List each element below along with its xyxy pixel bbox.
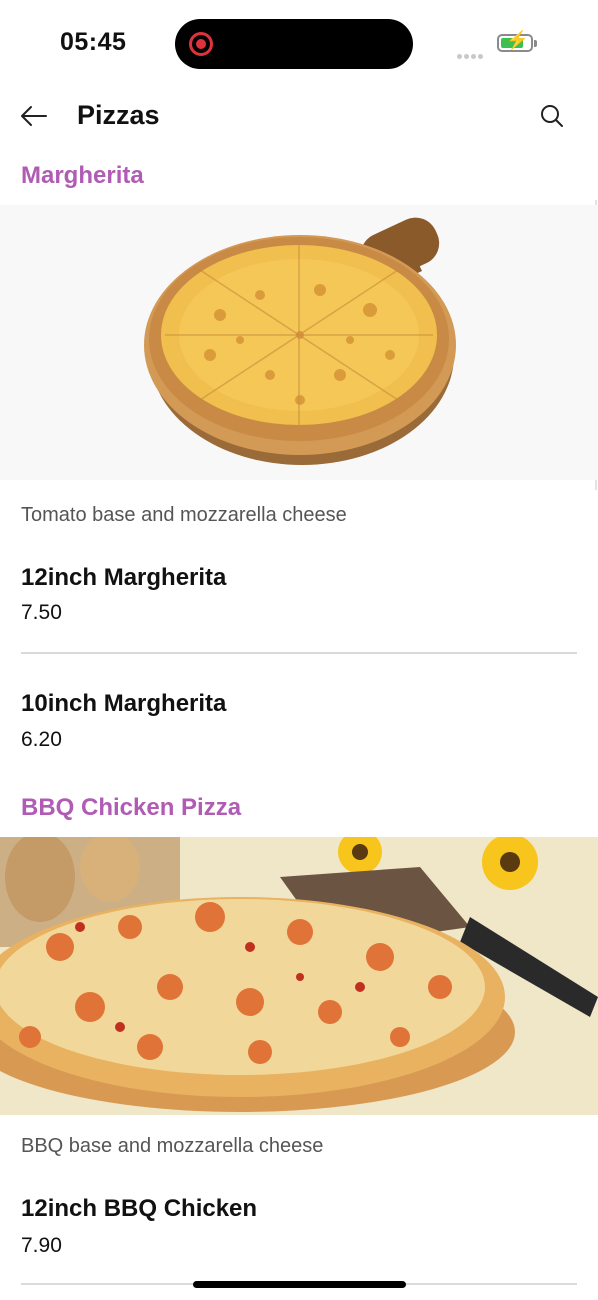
item-price: 6.20	[21, 728, 62, 751]
item-name: 12inch Margherita	[21, 564, 227, 591]
search-button[interactable]	[532, 96, 572, 136]
category-description: BBQ base and mozzarella cheese	[21, 1135, 324, 1157]
arrow-left-icon	[21, 106, 47, 126]
bbq-chicken-pizza-image	[0, 837, 598, 1115]
dynamic-island	[175, 19, 413, 69]
item-name: 12inch BBQ Chicken	[21, 1195, 258, 1222]
search-icon	[541, 105, 563, 127]
signal-icon	[457, 46, 485, 64]
category-title-margherita: Margherita	[21, 162, 144, 189]
battery-cap	[534, 40, 537, 47]
charging-bolt-icon: ⚡	[506, 30, 529, 50]
recording-icon	[189, 32, 213, 56]
item-price: 7.50	[21, 601, 62, 624]
status-bar: 05:45 ⚡	[0, 0, 598, 90]
home-indicator	[193, 1281, 406, 1288]
app-header: Pizzas	[0, 90, 598, 146]
page-title: Pizzas	[77, 100, 160, 130]
back-button[interactable]	[14, 96, 54, 136]
divider	[21, 652, 577, 654]
item-price: 7.90	[21, 1234, 62, 1257]
category-title-bbq-chicken: BBQ Chicken Pizza	[21, 794, 242, 821]
item-name: 10inch Margherita	[21, 690, 227, 717]
margherita-image	[0, 205, 598, 480]
category-description: Tomato base and mozzarella cheese	[21, 504, 347, 526]
status-time: 05:45	[60, 28, 127, 56]
